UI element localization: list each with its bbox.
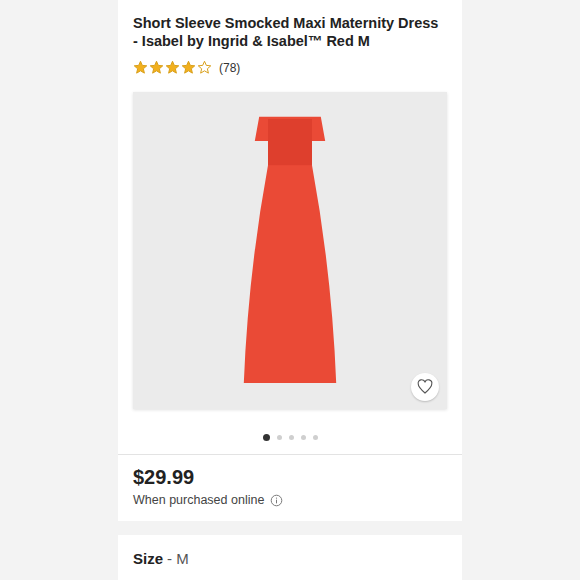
carousel-dot[interactable] [301, 435, 306, 440]
star-icon [133, 60, 148, 75]
size-label: Size [133, 550, 163, 567]
star-icon [149, 60, 164, 75]
product-column: Short Sleeve Smocked Maxi Maternity Dres… [118, 0, 462, 580]
size-section: Size- M [118, 535, 462, 575]
section-gap [118, 521, 462, 535]
price-note: When purchased online [133, 493, 447, 507]
dress-image [235, 106, 345, 396]
product-image[interactable] [133, 92, 447, 409]
carousel-dot[interactable] [263, 434, 270, 441]
product-title: Short Sleeve Smocked Maxi Maternity Dres… [133, 14, 447, 50]
page: Short Sleeve Smocked Maxi Maternity Dres… [0, 0, 580, 580]
star-icon [181, 60, 196, 75]
price: $29.99 [133, 465, 447, 489]
heart-icon [416, 378, 434, 396]
size-value: - M [167, 550, 189, 567]
carousel-dots [133, 409, 447, 454]
review-count: (78) [219, 61, 240, 75]
favorite-button[interactable] [411, 373, 439, 401]
carousel-dot[interactable] [277, 435, 282, 440]
star-icon [165, 60, 180, 75]
carousel-dot[interactable] [289, 435, 294, 440]
carousel-dot[interactable] [313, 435, 318, 440]
star-icon [197, 60, 212, 75]
rating[interactable]: (78) [133, 60, 447, 75]
product-header: Short Sleeve Smocked Maxi Maternity Dres… [118, 0, 462, 455]
info-icon[interactable] [270, 494, 283, 507]
price-section: $29.99 When purchased online [118, 455, 462, 521]
